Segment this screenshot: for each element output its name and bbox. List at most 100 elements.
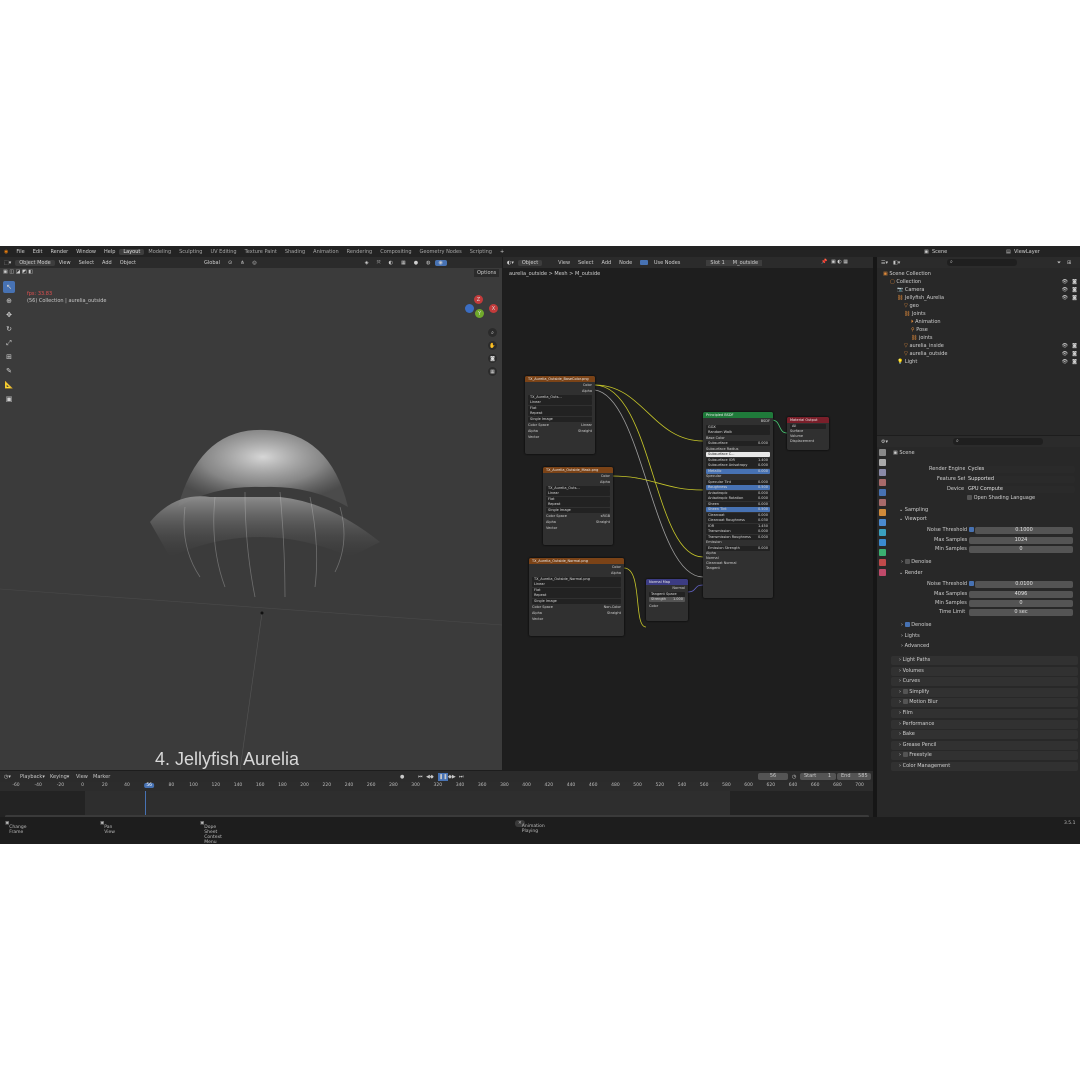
render-camera-icon[interactable]: ◙ xyxy=(1072,286,1077,294)
properties-panel-header[interactable]: › Film xyxy=(891,709,1078,718)
bsdf-input-row[interactable]: Anisotropic Rotation 0.000 xyxy=(706,496,770,501)
image-texture-node-basecolor[interactable]: TX_Aurelia_Outside_BaseColor.png Color A… xyxy=(525,376,595,454)
workspace-tab-shading[interactable]: Shading xyxy=(281,249,309,255)
bsdf-input-row[interactable]: Sheen 0.000 xyxy=(706,501,770,507)
outliner-item[interactable]: 📷 Camera 👁 ◙ xyxy=(877,286,1080,294)
workspace-tab-sculpting[interactable]: Sculpting xyxy=(175,249,206,255)
render-subpanel-header[interactable]: ⌄ Render xyxy=(899,570,923,577)
target-dropdown[interactable]: All xyxy=(790,423,826,429)
projection-dropdown[interactable]: Flat xyxy=(546,496,610,502)
properties-panel-header[interactable]: › Grease Pencil xyxy=(891,740,1078,750)
viewlayer-selector[interactable]: ViewLayer xyxy=(1014,249,1040,255)
animation-playing-indicator[interactable]: ✕ Animation Playing xyxy=(515,820,545,834)
area-divider[interactable] xyxy=(873,257,877,844)
render-camera-icon[interactable]: ◙ xyxy=(1072,342,1077,350)
r-denoise-subpanel[interactable]: › Denoise xyxy=(901,622,931,629)
image-selector[interactable]: TX_Aurelia_Outside_Normal.png xyxy=(532,576,621,582)
filter-icon[interactable]: ⏷ xyxy=(1057,260,1061,266)
interpolation-dropdown[interactable]: Linear xyxy=(546,491,610,496)
projection-dropdown[interactable]: Flat xyxy=(532,587,621,593)
bsdf-input-row[interactable]: Clearcoat 0.000 xyxy=(706,512,770,518)
subsurface-method-dropdown[interactable]: Random Walk xyxy=(706,430,770,435)
zoom-icon[interactable]: ⌕ xyxy=(488,328,497,337)
outliner-item[interactable]: ⛓ Joints xyxy=(877,310,1080,318)
properties-panel-header[interactable]: › Motion Blur xyxy=(891,698,1078,708)
end-frame-field[interactable]: End 585 xyxy=(837,773,871,780)
workspace-tab-uv-editing[interactable]: UV Editing xyxy=(206,249,240,255)
bsdf-input-row[interactable]: Clearcoat Roughness 0.030 xyxy=(706,518,770,523)
timeline-ruler[interactable]: -60 -40 -20 0 20 40 56 80 100 120 140 160 180 200 220 2… xyxy=(0,782,873,791)
time-limit-field[interactable]: 0 sec xyxy=(969,609,1073,616)
r-noise-threshold-field[interactable]: 0.0100 xyxy=(975,581,1073,588)
bsdf-input-row[interactable]: Subsurface IOR 1.400 xyxy=(706,457,770,463)
properties-panel-header[interactable]: › Curves xyxy=(891,677,1078,687)
object-tab-icon[interactable] xyxy=(878,509,886,516)
outliner-item[interactable]: ⛓ Jellyfish_Aurelia 👁 ◙ xyxy=(877,294,1080,302)
extension-dropdown[interactable]: Repeat xyxy=(532,593,621,598)
workspace-tab-layout[interactable]: Layout xyxy=(119,248,145,255)
pause-icon[interactable]: ❚❚ xyxy=(438,773,449,781)
bsdf-input-row[interactable]: Sheen Tint 0.500 xyxy=(706,507,770,512)
interpolation-dropdown[interactable]: Linear xyxy=(532,582,621,587)
ortho-grid-icon[interactable]: ▦ xyxy=(488,367,497,376)
new-collection-icon[interactable]: ⊞ xyxy=(1067,260,1071,266)
properties-editor[interactable]: ⚙▾ ⌕ ▣ Scene Render Engine Cycles Featur… xyxy=(877,436,1080,844)
blender-logo-icon[interactable]: ◉ xyxy=(0,249,12,255)
menu-window[interactable]: Window xyxy=(72,249,100,255)
timeline-range[interactable] xyxy=(85,791,730,816)
device-dropdown[interactable]: GPU Compute xyxy=(965,486,1075,493)
camera-view-icon[interactable]: ◙ xyxy=(488,354,497,363)
visibility-eye-icon[interactable]: 👁 xyxy=(1062,294,1068,302)
image-selector[interactable]: TX_Aurelia_Outs... xyxy=(528,394,592,400)
properties-search-input[interactable]: ⌕ xyxy=(953,438,1043,445)
render-tab-icon[interactable] xyxy=(878,459,886,466)
record-icon[interactable]: ● xyxy=(400,774,404,780)
feature-set-dropdown[interactable]: Supported xyxy=(965,476,1075,483)
extension-dropdown[interactable]: Repeat xyxy=(528,411,592,416)
workspace-tab-modeling[interactable]: Modeling xyxy=(144,249,175,255)
tool-tab-icon[interactable] xyxy=(878,449,886,456)
visibility-eye-icon[interactable]: 👁 xyxy=(1062,278,1068,286)
properties-panel-header[interactable]: › Freestyle xyxy=(891,751,1078,761)
physics-tab-icon[interactable] xyxy=(878,539,886,546)
advanced-subpanel[interactable]: › Advanced xyxy=(901,643,929,650)
display-mode-icon[interactable]: ◧▾ xyxy=(893,260,900,266)
properties-panel-header[interactable]: › Color Management xyxy=(891,762,1078,771)
gizmo-z-axis[interactable]: Z xyxy=(474,295,483,304)
projection-dropdown[interactable]: Flat xyxy=(528,405,592,411)
menu-render[interactable]: Render xyxy=(46,249,72,255)
properties-type-icon[interactable]: ⚙▾ xyxy=(881,439,888,445)
outliner-item[interactable]: 💡 Light 👁 ◙ xyxy=(877,358,1080,366)
shader-node-editor[interactable]: ◐▾ Object View Select Add Node Use Nodes… xyxy=(503,257,873,770)
osl-checkbox[interactable]: Open Shading Language xyxy=(967,495,1035,502)
source-dropdown[interactable]: Single Image xyxy=(546,507,610,513)
prev-key-icon[interactable]: ◀◆ xyxy=(426,774,434,780)
world-tab-icon[interactable] xyxy=(878,499,886,506)
source-dropdown[interactable]: Single Image xyxy=(528,416,592,422)
outliner-item[interactable]: ▽ aurelia_inside 👁 ◙ xyxy=(877,342,1080,350)
outliner-item[interactable]: ⛓ joints xyxy=(877,334,1080,342)
material-output-node[interactable]: Material Output All Surface Volume Displ… xyxy=(787,417,829,450)
jump-end-icon[interactable]: ⏭ xyxy=(459,774,464,780)
outliner-search-input[interactable]: ⌕ xyxy=(947,259,1017,266)
timeline-type-icon[interactable]: ◷▾ xyxy=(4,774,11,780)
visibility-eye-icon[interactable]: 👁 xyxy=(1062,358,1068,366)
image-selector[interactable]: TX_Aurelia_Outs... xyxy=(546,485,610,491)
bsdf-input-row[interactable]: Transmission 0.000 xyxy=(706,529,770,534)
image-texture-node-normal[interactable]: TX_Aurelia_Outside_Normal.png Color Alph… xyxy=(529,558,624,636)
r-max-samples-field[interactable]: 4096 xyxy=(969,591,1073,598)
vp-min-samples-field[interactable]: 0 xyxy=(969,546,1073,553)
space-dropdown[interactable]: Tangent Space xyxy=(649,591,685,597)
strength-field[interactable]: Strength 1.000 xyxy=(649,597,685,602)
pin-icon[interactable]: 📌 xyxy=(821,259,827,265)
outliner-item[interactable]: ▣ Scene Collection xyxy=(877,270,1080,278)
timeline-menu-view[interactable]: View xyxy=(76,774,88,780)
extension-dropdown[interactable]: Repeat xyxy=(546,502,610,507)
workspace-tab-animation[interactable]: Animation xyxy=(309,249,343,255)
render-camera-icon[interactable]: ◙ xyxy=(1072,294,1077,302)
properties-panel-header[interactable]: › Performance xyxy=(891,719,1078,729)
workspace-tab-geometry-nodes[interactable]: Geometry Nodes xyxy=(416,249,466,255)
panel-checkbox[interactable] xyxy=(902,688,908,694)
3d-viewport[interactable]: ⬚▾ Object Mode View Select Add Object Gl… xyxy=(0,257,502,770)
lights-subpanel[interactable]: › Lights xyxy=(901,633,920,640)
